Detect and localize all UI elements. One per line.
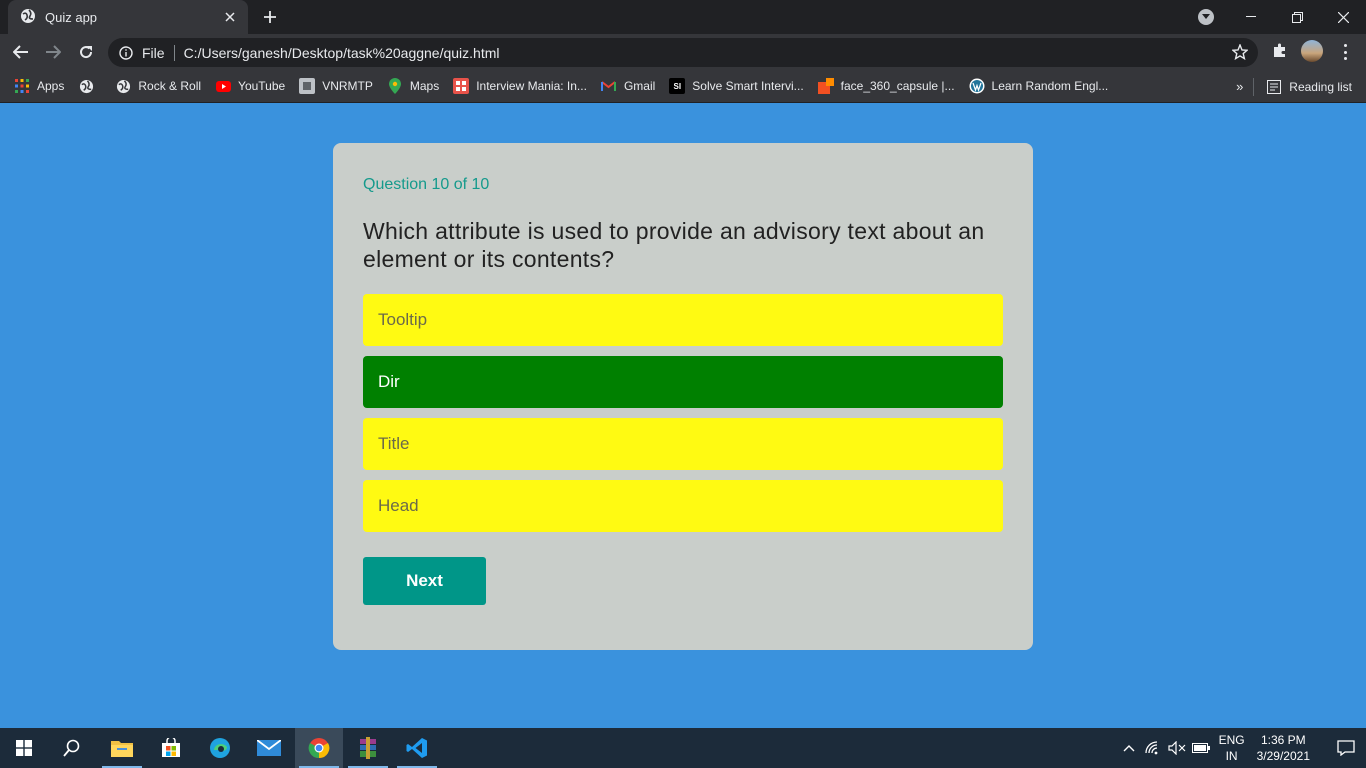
taskbar: ENG IN 1:36 PM 3/29/2021 [0, 728, 1366, 768]
interview-mania-icon [453, 78, 470, 94]
bookmark-globe[interactable] [78, 78, 101, 94]
wordpress-icon [969, 78, 985, 94]
bookmarks-divider [1253, 77, 1255, 96]
clock-date: 3/29/2021 [1256, 749, 1310, 763]
bookmark-gmail[interactable]: Gmail [601, 78, 655, 94]
system-tray: ENG IN 1:36 PM 3/29/2021 [1117, 728, 1366, 768]
store-icon[interactable] [147, 728, 195, 768]
forward-arrow-icon[interactable] [40, 40, 66, 64]
bookmark-vnrmtp[interactable]: VNRMTP [299, 78, 373, 94]
next-button[interactable]: Next [363, 557, 486, 605]
answer-option-dir[interactable]: Dir [363, 356, 1003, 408]
address-scheme-label: File [142, 44, 165, 61]
back-arrow-icon[interactable] [8, 40, 34, 64]
browser-toolbar: File C:/Users/ganesh/Desktop/task%20aggn… [0, 34, 1366, 70]
language-code: ENG [1218, 733, 1245, 747]
bookmark-label: Apps [37, 79, 65, 93]
edge-icon[interactable] [196, 728, 244, 768]
bookmark-face-capsule[interactable]: face_360_capsule |... [817, 78, 955, 94]
notification-center-icon[interactable] [1326, 728, 1366, 768]
youtube-icon [215, 78, 231, 94]
bookmark-label: YouTube [238, 79, 286, 93]
bookmark-interview-mania[interactable]: Interview Mania: In... [453, 78, 587, 94]
bookmark-maps[interactable]: Maps [387, 78, 439, 94]
capsule-icon [817, 78, 834, 94]
bookmark-label: Interview Mania: In... [476, 79, 587, 93]
new-tab-button[interactable] [258, 6, 282, 28]
bookmark-label: Rock & Roll [138, 79, 202, 93]
reading-list-icon [1266, 79, 1282, 95]
bookmark-smart-interviews[interactable]: SI Solve Smart Intervi... [669, 78, 804, 94]
bookmark-star-icon[interactable] [1231, 43, 1249, 63]
input-language-indicator[interactable]: ENG IN [1219, 732, 1245, 764]
question-text: Which attribute is used to provide an ad… [363, 218, 985, 272]
tab-title: Quiz app [45, 9, 98, 25]
maps-pin-icon [387, 78, 403, 94]
globe-icon [78, 78, 94, 94]
tab-search-icon[interactable] [1198, 9, 1214, 25]
close-window-button[interactable] [1320, 0, 1366, 34]
reading-list-button[interactable]: Reading list [1266, 79, 1352, 95]
clock[interactable]: 1:36 PM 3/29/2021 [1257, 732, 1310, 764]
globe-icon [115, 78, 131, 94]
chevron-up-icon[interactable] [1117, 728, 1141, 768]
bookmark-label: Gmail [623, 79, 656, 93]
chrome-menu-icon[interactable] [1338, 42, 1352, 62]
profile-avatar[interactable] [1301, 40, 1323, 62]
answer-option-title[interactable]: Title [363, 418, 1003, 470]
extensions-puzzle-icon[interactable] [1272, 42, 1288, 63]
bookmark-label: Maps [409, 79, 440, 93]
vnrmtp-icon [299, 78, 316, 94]
url-text[interactable]: C:/Users/ganesh/Desktop/task%20aggne/qui… [184, 45, 500, 61]
bookmark-learn-english[interactable]: Learn Random Engl... [969, 78, 1109, 94]
search-icon[interactable] [48, 728, 96, 768]
reload-icon[interactable] [73, 40, 99, 64]
bookmark-apps[interactable]: Apps [14, 78, 64, 94]
minimize-button[interactable] [1228, 0, 1274, 34]
bookmark-youtube[interactable]: YouTube [215, 78, 285, 94]
bookmark-rock-and-roll[interactable]: Rock & Roll [115, 78, 201, 94]
close-tab-icon[interactable] [222, 9, 238, 25]
answer-option-head[interactable]: Head [363, 480, 1003, 532]
mail-icon[interactable] [245, 728, 293, 768]
wifi-icon[interactable] [1141, 728, 1165, 768]
smart-interviews-icon: SI [669, 78, 686, 94]
chrome-icon[interactable] [295, 728, 343, 768]
answer-option-tooltip[interactable]: Tooltip [363, 294, 1003, 346]
bookmark-label: Solve Smart Intervi... [692, 79, 804, 93]
address-bar[interactable]: File C:/Users/ganesh/Desktop/task%20aggn… [108, 38, 1258, 67]
info-icon[interactable] [118, 45, 134, 61]
bookmark-label: VNRMTP [322, 79, 373, 93]
quiz-card: Question 10 of 10 Which attribute is use… [333, 143, 1033, 650]
tab-quiz-app[interactable]: Quiz app [8, 0, 248, 34]
bookmark-label: Learn Random Engl... [991, 79, 1109, 93]
winrar-icon[interactable] [344, 728, 392, 768]
address-divider [173, 44, 175, 61]
bookmarks-overflow-button[interactable]: » [1236, 79, 1243, 94]
volume-muted-icon[interactable] [1165, 728, 1189, 768]
apps-grid-icon [14, 78, 30, 94]
globe-icon [20, 8, 36, 27]
battery-icon[interactable] [1189, 728, 1213, 768]
reading-list-label: Reading list [1289, 79, 1352, 94]
region-code: IN [1225, 749, 1238, 763]
bookmarks-bar: Apps Rock & Roll YouTube VNRMTP Maps Int… [0, 70, 1366, 103]
bookmark-label: face_360_capsule |... [840, 79, 955, 93]
file-explorer-icon[interactable] [98, 728, 146, 768]
vscode-icon[interactable] [393, 728, 441, 768]
gmail-icon [601, 78, 617, 94]
question-counter: Question 10 of 10 [363, 176, 490, 193]
clock-time: 1:36 PM [1260, 733, 1306, 747]
restore-button[interactable] [1274, 0, 1320, 34]
start-icon[interactable] [0, 728, 48, 768]
tab-strip: Quiz app [0, 0, 1366, 34]
